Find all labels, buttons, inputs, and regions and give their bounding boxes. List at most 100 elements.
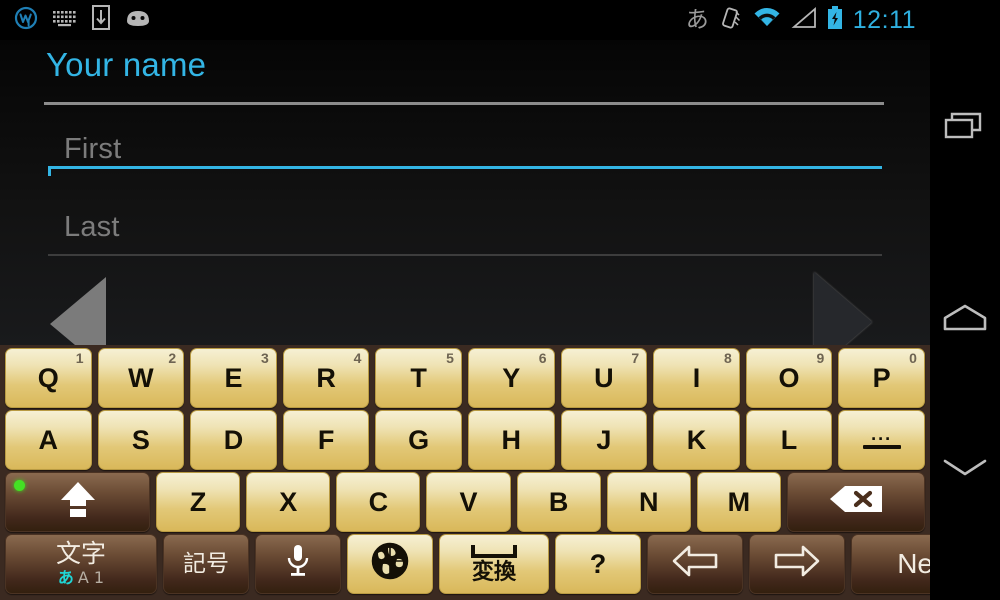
key-v[interactable]: V [426, 472, 511, 532]
key-u[interactable]: 7U [560, 348, 648, 408]
last-name-field[interactable]: Last [48, 203, 882, 256]
keyboard-row-asdf: A S D F G H J K L ... [2, 410, 928, 470]
key-x-label: X [279, 486, 298, 517]
cursor-right-key[interactable] [749, 534, 845, 594]
key-r[interactable]: 4R [282, 348, 370, 408]
cursor-left-key[interactable] [647, 534, 743, 594]
keyboard-icon [52, 8, 78, 33]
vibrate-icon [719, 6, 743, 35]
key-j[interactable]: J [560, 410, 648, 470]
key-o-label: O [778, 362, 800, 393]
key-p[interactable]: 0P [838, 348, 925, 408]
first-name-field[interactable]: First [48, 125, 882, 169]
status-bar: あ 12:11 [0, 0, 930, 40]
home-button[interactable] [942, 302, 988, 334]
key-g[interactable]: G [375, 410, 462, 470]
arrow-left-icon [671, 544, 719, 585]
key-y-sup: 6 [538, 350, 547, 366]
key-m[interactable]: M [696, 472, 781, 532]
symbols-key[interactable]: 記号 [163, 534, 249, 594]
dash-bar-icon [862, 445, 901, 449]
keyboard-row-bottom: 文字 あA 1 記号 変換 ? Next [2, 534, 1000, 594]
key-i[interactable]: 8I [653, 348, 740, 408]
convert-label: 変換 [471, 559, 516, 585]
key-t[interactable]: 5T [375, 348, 462, 408]
input-mode-key[interactable]: 文字 あA 1 [5, 534, 157, 594]
key-x[interactable]: X [246, 472, 331, 532]
wifi-icon [753, 7, 781, 34]
key-e-label: E [224, 362, 243, 393]
key-t-sup: 5 [446, 350, 454, 366]
status-bar-notifications [0, 5, 152, 35]
key-f-label: F [317, 424, 335, 455]
key-p-sup: 0 [909, 350, 917, 366]
keyboard-row-zxcv: Z X C V B N M [2, 472, 928, 532]
key-c-label: C [368, 486, 389, 517]
last-name-underline [48, 254, 882, 256]
key-i-sup: 8 [723, 350, 732, 366]
title-divider [44, 102, 884, 105]
key-b[interactable]: B [516, 472, 601, 532]
key-d[interactable]: D [190, 410, 277, 470]
globe-icon [371, 542, 409, 587]
page-title: Your name [46, 46, 207, 83]
next-page-arrow[interactable] [814, 272, 872, 345]
input-mode-sub: あA 1 [57, 568, 105, 588]
key-f[interactable]: F [282, 410, 370, 470]
status-bar-system-icons: あ 12:11 [686, 5, 930, 35]
key-p-label: P [872, 362, 891, 393]
input-mode-roman: A 1 [77, 568, 105, 588]
key-k[interactable]: K [653, 410, 740, 470]
android-screen: あ 12:11 Your name First Last 1 Q 2 W 3 E… [0, 0, 1000, 600]
status-bar-clock: 12:11 [852, 5, 916, 34]
key-c[interactable]: C [336, 472, 421, 532]
key-n[interactable]: N [606, 472, 691, 532]
key-w[interactable]: 2W [97, 348, 185, 408]
shift-arrow-icon [56, 479, 100, 526]
key-r-sup: 4 [353, 350, 362, 366]
question-mark-key[interactable]: ? [555, 534, 641, 594]
key-dash-dots: ... [871, 424, 893, 444]
language-switch-key[interactable] [347, 534, 433, 594]
input-mode-label: 文字 [55, 538, 106, 568]
shift-key[interactable] [5, 472, 150, 532]
previous-page-arrow[interactable] [50, 277, 106, 345]
key-h-label: H [501, 424, 522, 455]
key-l[interactable]: L [745, 410, 833, 470]
key-o-sup: 9 [816, 350, 825, 366]
key-w-sup: 2 [168, 350, 177, 366]
question-mark-label: ? [589, 548, 607, 579]
software-keyboard: 1Q 2W 3E 4R 5T 6Y 7U 8I 9O 0P A S D F G … [0, 345, 1000, 600]
space-bracket-icon [471, 544, 517, 558]
input-mode-kana: あ [57, 568, 74, 588]
convert-space-key[interactable]: 変換 [439, 534, 549, 594]
key-i-label: I [692, 362, 701, 393]
key-d-label: D [223, 424, 244, 455]
key-e[interactable]: 3E [190, 348, 277, 408]
key-q-label: Q [37, 362, 59, 393]
first-name-underline [48, 166, 882, 169]
backspace-key[interactable] [786, 472, 925, 532]
hide-keyboard-button[interactable] [942, 454, 988, 480]
recents-button[interactable] [944, 110, 986, 142]
key-z[interactable]: Z [156, 472, 241, 532]
microphone-icon [285, 543, 311, 586]
key-a[interactable]: A [5, 410, 92, 470]
key-s[interactable]: S [97, 410, 185, 470]
key-q[interactable]: 1Q [5, 348, 92, 408]
system-navigation-bar [930, 0, 1000, 600]
convert-stack: 変換 [471, 544, 517, 585]
key-h[interactable]: H [467, 410, 555, 470]
key-l-label: L [780, 424, 798, 455]
key-y[interactable]: 6Y [467, 348, 555, 408]
android-face-icon [124, 7, 152, 34]
symbols-key-label: 記号 [183, 550, 229, 577]
voice-input-key[interactable] [255, 534, 341, 594]
input-mode-stack: 文字 あA 1 [55, 538, 106, 588]
key-a-label: A [38, 424, 59, 455]
key-q-sup: 1 [75, 350, 84, 366]
key-dash[interactable]: ... [838, 410, 925, 470]
key-o[interactable]: 9O [745, 348, 833, 408]
key-v-label: V [459, 486, 478, 517]
arrow-right-icon [773, 544, 821, 585]
